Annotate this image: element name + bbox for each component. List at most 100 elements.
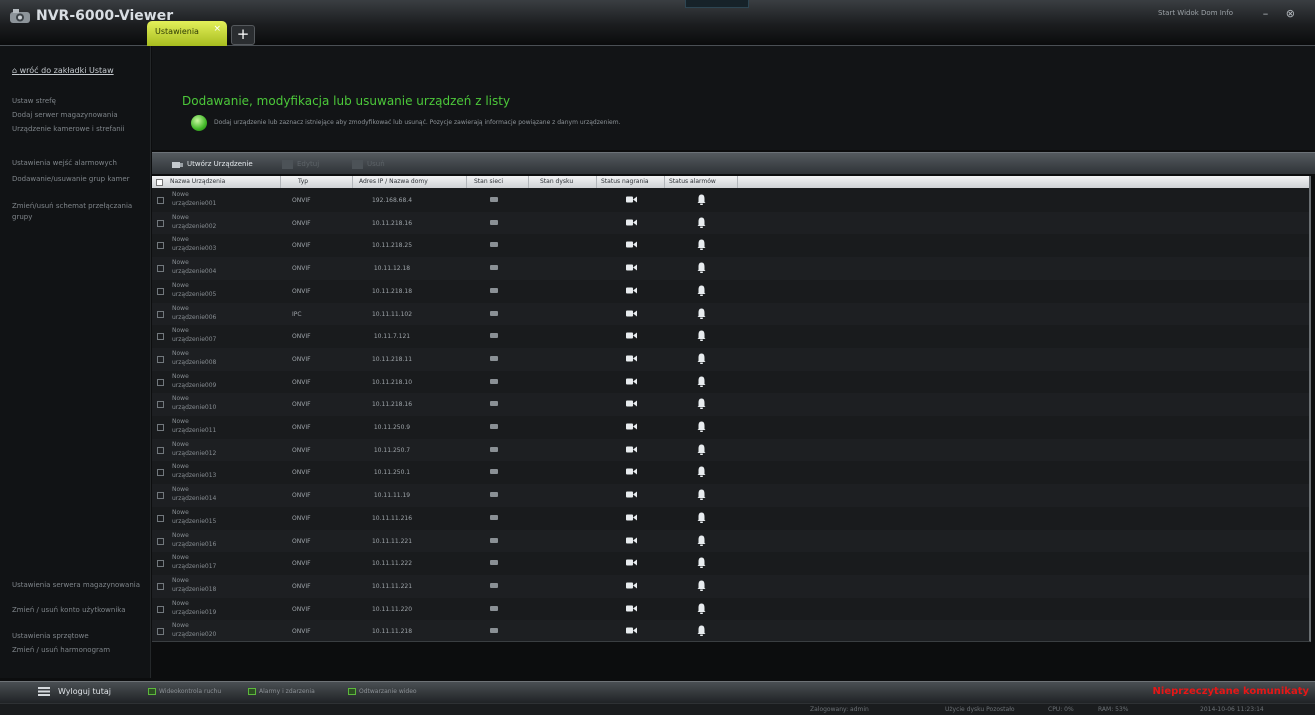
motion-monitor-button[interactable]: Wideokontrola ruchu	[148, 688, 221, 695]
table-row[interactable]: Nowe urządzenie001 ONVIF 192.168.68.4	[152, 189, 1309, 212]
sidebar-item-storage-settings[interactable]: Ustawienia serwera magazynowania	[12, 580, 150, 591]
row-checkbox[interactable]	[157, 605, 164, 613]
table-row[interactable]: Nowe urządzenie002 ONVIF 10.11.218.16	[152, 211, 1309, 235]
table-row[interactable]: Nowe urządzenie009 ONVIF 10.11.218.10	[152, 371, 1309, 394]
alarm-bell-icon	[697, 466, 706, 478]
col-alarms[interactable]: Status alarmów	[669, 178, 716, 185]
sidebar-item-storage-server[interactable]: Dodaj serwer magazynowania	[12, 110, 150, 121]
alarm-bell-icon	[697, 217, 706, 228]
table-row[interactable]: Nowe urządzenie003 ONVIF 10.11.218.25	[152, 234, 1309, 257]
alarms-events-icon	[248, 688, 256, 695]
sidebar-item-alarm-inputs[interactable]: Ustawienia wejść alarmowych	[12, 158, 150, 169]
select-all-checkbox[interactable]	[156, 179, 163, 186]
row-checkbox[interactable]	[157, 628, 164, 636]
table-row[interactable]: Nowe urządzenie018 ONVIF 10.11.11.221	[152, 574, 1309, 598]
tab-settings[interactable]: Ustawienia ×	[147, 21, 227, 46]
row-checkbox[interactable]	[157, 424, 164, 431]
sidebar-item-user-account[interactable]: Zmień / usuń konto użytkownika	[12, 605, 150, 616]
table-row[interactable]: Nowe urządzenie012 ONVIF 10.11.250.7	[152, 438, 1309, 462]
network-status-icon	[490, 242, 498, 248]
row-checkbox[interactable]	[157, 219, 164, 227]
recording-camera-icon	[626, 219, 637, 226]
col-disk[interactable]: Stan dysku	[540, 178, 573, 185]
sidebar-item-camera-devices[interactable]: Urządzenie kamerowe i strefanii	[12, 124, 150, 135]
col-recording[interactable]: Status nagrania	[601, 178, 649, 185]
close-window-icon[interactable]: ⊗	[1286, 7, 1295, 20]
row-checkbox[interactable]	[157, 265, 164, 273]
unread-messages-warning[interactable]: Nieprzeczytane komunikaty	[1153, 686, 1309, 697]
device-type: ONVIF	[292, 492, 311, 500]
row-checkbox[interactable]	[157, 333, 164, 341]
table-row[interactable]: Nowe urządzenie006 IPC 10.11.11.102	[152, 302, 1309, 326]
sidebar-item-hardware[interactable]: Ustawienia sprzętowe	[12, 631, 150, 642]
edit-device-button[interactable]: Edytuj	[282, 157, 319, 171]
col-network[interactable]: Stan sieci	[474, 178, 503, 185]
network-status-icon	[490, 310, 498, 316]
alarm-bell-icon	[697, 557, 706, 569]
row-checkbox[interactable]	[157, 537, 164, 545]
table-row[interactable]: Nowe urządzenie017 ONVIF 10.11.11.222	[152, 552, 1309, 575]
sidebar: ⌂ wróć do zakładki Ustaw Ustaw strefę Do…	[0, 46, 151, 678]
table-row[interactable]: Nowe urządzenie004 ONVIF 10.11.12.18	[152, 257, 1309, 280]
row-checkbox[interactable]	[157, 378, 164, 386]
video-playback-button[interactable]: Odtwarzanie wideo	[348, 688, 417, 695]
table-row[interactable]: Nowe urządzenie014 ONVIF 10.11.11.19	[152, 484, 1309, 507]
device-type: ONVIF	[292, 197, 311, 204]
network-status-icon	[490, 355, 498, 361]
table-row[interactable]: Nowe urządzenie005 ONVIF 10.11.218.18	[152, 280, 1309, 303]
tab-close-icon[interactable]: ×	[213, 24, 221, 34]
alarm-bell-icon	[697, 376, 706, 387]
col-ip[interactable]: Adres IP / Nazwa domy	[359, 178, 428, 185]
row-checkbox[interactable]	[157, 492, 164, 500]
add-device-button[interactable]: Utwórz Urządzenie	[172, 157, 253, 171]
network-status-icon	[490, 582, 498, 588]
video-playback-label: Odtwarzanie wideo	[359, 688, 417, 695]
sidebar-item-switch-schema[interactable]: Zmień/usuń schemat przełączania grupy	[12, 201, 150, 223]
window-controls: – ⊗	[1249, 7, 1295, 20]
row-checkbox[interactable]	[157, 582, 164, 590]
minimize-icon[interactable]: –	[1263, 7, 1269, 20]
status-datetime: 2014-10-06 11:23:14	[1200, 706, 1264, 713]
sidebar-item-schedule[interactable]: Zmień / usuń harmonogram	[12, 645, 150, 656]
alarms-events-button[interactable]: Alarmy i zdarzenia	[248, 688, 315, 695]
row-checkbox[interactable]	[157, 446, 164, 454]
top-notch	[685, 0, 749, 8]
recording-camera-icon	[626, 264, 637, 271]
device-type: ONVIF	[292, 628, 311, 636]
table-row[interactable]: Nowe urządzenie019 ONVIF 10.11.11.220	[152, 598, 1309, 621]
table-row[interactable]: Nowe urządzenie016 ONVIF 10.11.11.221	[152, 529, 1309, 553]
table-row[interactable]: Nowe urządzenie010 ONVIF 10.11.218.16	[152, 393, 1309, 416]
row-checkbox[interactable]	[157, 242, 164, 250]
row-checkbox[interactable]	[157, 469, 164, 477]
table-row[interactable]: Nowe urządzenie015 ONVIF 10.11.11.216	[152, 507, 1309, 530]
device-type: ONVIF	[292, 582, 311, 590]
table-row[interactable]: Nowe urządzenie011 ONVIF 10.11.250.9	[152, 416, 1309, 439]
col-device-name[interactable]: Nazwa Urządzenia	[170, 178, 225, 185]
row-checkbox[interactable]	[157, 401, 164, 409]
recording-camera-icon	[626, 400, 637, 407]
row-checkbox[interactable]	[157, 287, 164, 295]
top-menu[interactable]: Start Widok Dom Info	[1158, 9, 1233, 17]
device-name: Nowe urządzenie008	[172, 349, 217, 366]
table-row[interactable]: Nowe urządzenie007 ONVIF 10.11.7.121	[152, 325, 1309, 348]
delete-device-button[interactable]: Usuń	[352, 157, 385, 171]
network-status-icon	[490, 492, 498, 498]
logout-button[interactable]: Wyloguj tutaj	[38, 687, 111, 696]
device-name: Nowe urządzenie013	[172, 463, 217, 480]
row-checkbox[interactable]	[157, 514, 164, 522]
status-ram: RAM: 53%	[1098, 706, 1129, 713]
row-checkbox[interactable]	[157, 355, 164, 363]
table-row[interactable]: Nowe urządzenie020 ONVIF 10.11.11.218	[152, 620, 1309, 641]
row-checkbox[interactable]	[157, 560, 164, 568]
sidebar-item-zone[interactable]: Ustaw strefę	[12, 96, 150, 107]
back-to-settings-link[interactable]: ⌂ wróć do zakładki Ustaw	[12, 66, 114, 75]
add-tab-button[interactable]: +	[231, 25, 255, 45]
row-checkbox[interactable]	[157, 197, 164, 204]
col-type[interactable]: Typ	[298, 178, 308, 185]
table-row[interactable]: Nowe urządzenie013 ONVIF 10.11.250.1	[152, 461, 1309, 484]
sidebar-item-camera-groups[interactable]: Dodawanie/usuwanie grup kamer	[12, 174, 150, 185]
row-checkbox[interactable]	[157, 310, 164, 318]
table-header: Nazwa Urządzenia Typ Adres IP / Nazwa do…	[152, 176, 1309, 188]
device-name: Nowe urządzenie020	[172, 622, 217, 639]
table-row[interactable]: Nowe urządzenie008 ONVIF 10.11.218.11	[152, 347, 1309, 371]
